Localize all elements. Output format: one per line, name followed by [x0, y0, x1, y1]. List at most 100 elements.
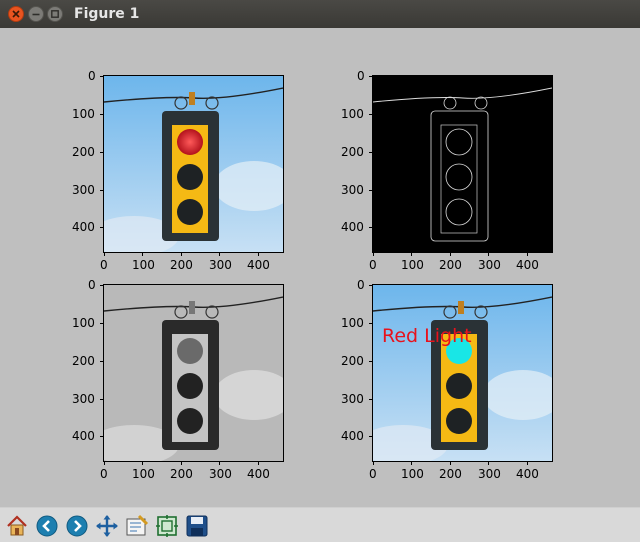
- figure-canvas[interactable]: Red Light 0 100 200 300 400 0 100 200 300 400 0 100…: [0, 28, 640, 507]
- x-tick-mark: [219, 252, 220, 256]
- minimize-window-button[interactable]: [28, 6, 44, 22]
- forward-button[interactable]: [63, 512, 91, 540]
- close-window-button[interactable]: [8, 6, 24, 22]
- y-tick-label: 400: [341, 220, 364, 234]
- navigation-toolbar: [0, 507, 640, 542]
- x-tick-label: 300: [478, 258, 501, 272]
- x-tick-label: 400: [247, 258, 270, 272]
- x-tick-label: 400: [247, 467, 270, 481]
- x-tick-mark: [219, 461, 220, 465]
- x-tick-label: 100: [401, 467, 424, 481]
- y-tick-label: 200: [72, 354, 95, 368]
- back-button[interactable]: [33, 512, 61, 540]
- axes-frame: [372, 75, 553, 253]
- x-tick-label: 0: [369, 467, 377, 481]
- y-tick-mark: [100, 361, 104, 362]
- forward-icon: [66, 515, 88, 537]
- y-tick-label: 200: [341, 145, 364, 159]
- x-tick-mark: [373, 461, 374, 465]
- x-tick-label: 100: [132, 258, 155, 272]
- y-tick-mark: [369, 323, 373, 324]
- x-tick-label: 300: [209, 258, 232, 272]
- y-tick-label: 100: [341, 316, 364, 330]
- y-tick-label: 300: [341, 183, 364, 197]
- y-tick-mark: [369, 361, 373, 362]
- home-button[interactable]: [3, 512, 31, 540]
- x-tick-mark: [258, 252, 259, 256]
- y-tick-mark: [100, 399, 104, 400]
- y-tick-label: 100: [72, 107, 95, 121]
- x-tick-mark: [142, 252, 143, 256]
- maximize-icon: [47, 6, 63, 22]
- x-tick-mark: [411, 461, 412, 465]
- x-tick-mark: [258, 461, 259, 465]
- y-tick-mark: [100, 323, 104, 324]
- x-tick-label: 300: [478, 467, 501, 481]
- x-tick-mark: [450, 461, 451, 465]
- y-tick-label: 200: [341, 354, 364, 368]
- x-tick-label: 0: [100, 467, 108, 481]
- x-tick-mark: [488, 252, 489, 256]
- zoom-icon: [126, 514, 149, 536]
- zoom-button[interactable]: [123, 512, 151, 540]
- y-tick-mark: [369, 76, 373, 77]
- y-tick-label: 400: [72, 429, 95, 443]
- x-tick-label: 200: [439, 258, 462, 272]
- x-tick-mark: [527, 461, 528, 465]
- y-tick-label: 0: [357, 69, 365, 83]
- y-tick-mark: [100, 436, 104, 437]
- y-tick-label: 400: [72, 220, 95, 234]
- subplots-button[interactable]: [153, 512, 181, 540]
- x-tick-mark: [181, 461, 182, 465]
- y-tick-label: 300: [72, 392, 95, 406]
- y-tick-mark: [100, 227, 104, 228]
- save-button[interactable]: [183, 512, 211, 540]
- pan-icon: [96, 515, 118, 537]
- x-tick-label: 0: [369, 258, 377, 272]
- title-bar: Figure 1: [0, 0, 640, 28]
- x-tick-label: 200: [170, 258, 193, 272]
- axes-frame: [103, 75, 284, 253]
- back-icon: [36, 515, 58, 537]
- x-tick-mark: [488, 461, 489, 465]
- x-tick-label: 100: [132, 467, 155, 481]
- x-tick-mark: [181, 252, 182, 256]
- x-tick-mark: [104, 252, 105, 256]
- y-tick-mark: [369, 436, 373, 437]
- pan-button[interactable]: [93, 512, 121, 540]
- y-tick-label: 200: [72, 145, 95, 159]
- window-title: Figure 1: [74, 6, 140, 22]
- x-tick-mark: [373, 252, 374, 256]
- y-tick-label: 100: [72, 316, 95, 330]
- y-tick-mark: [100, 285, 104, 286]
- y-tick-mark: [369, 152, 373, 153]
- y-tick-mark: [369, 114, 373, 115]
- y-tick-label: 0: [88, 69, 96, 83]
- y-tick-mark: [369, 285, 373, 286]
- x-tick-label: 400: [516, 467, 539, 481]
- y-tick-mark: [100, 152, 104, 153]
- figure-window: Figure 1 Red Light 0 100 200 300 400 0 1…: [0, 0, 640, 542]
- y-tick-label: 300: [72, 183, 95, 197]
- axes-frame: [372, 284, 553, 462]
- y-tick-label: 0: [88, 278, 96, 292]
- y-tick-label: 0: [357, 278, 365, 292]
- subplots-icon: [156, 515, 178, 537]
- axes-frame: [103, 284, 284, 462]
- home-icon: [7, 515, 27, 536]
- save-icon: [186, 515, 208, 537]
- y-tick-mark: [369, 227, 373, 228]
- y-tick-label: 100: [341, 107, 364, 121]
- x-tick-mark: [411, 252, 412, 256]
- y-tick-mark: [100, 76, 104, 77]
- x-tick-label: 0: [100, 258, 108, 272]
- maximize-window-button[interactable]: [47, 6, 63, 22]
- x-tick-mark: [527, 252, 528, 256]
- x-tick-label: 100: [401, 258, 424, 272]
- x-tick-label: 400: [516, 258, 539, 272]
- x-tick-label: 200: [170, 467, 193, 481]
- close-icon: [8, 6, 24, 22]
- x-tick-label: 300: [209, 467, 232, 481]
- x-tick-label: 200: [439, 467, 462, 481]
- y-tick-mark: [369, 190, 373, 191]
